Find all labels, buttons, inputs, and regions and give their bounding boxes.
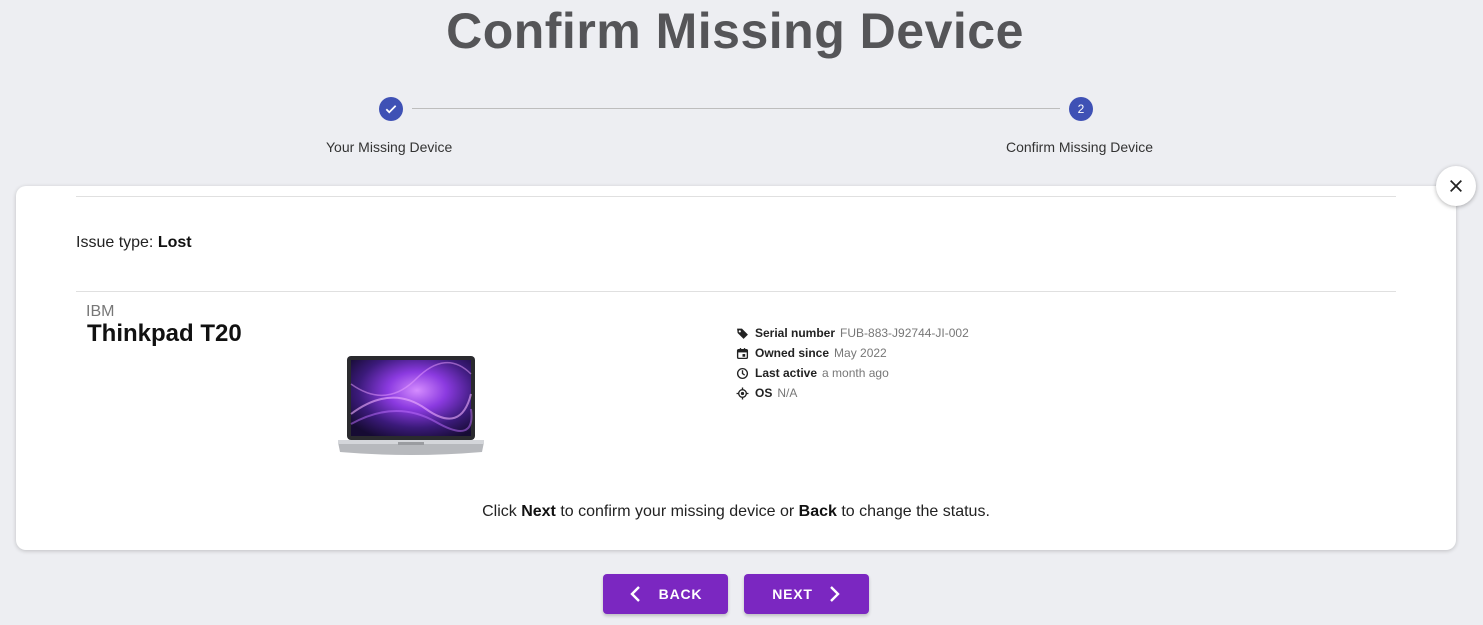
divider [76, 291, 1396, 292]
chevron-right-icon [829, 586, 840, 602]
check-icon [385, 105, 397, 114]
spec-os: OS N/A [736, 383, 969, 403]
spec-key: Owned since [755, 346, 830, 360]
step-1-complete-indicator [379, 97, 403, 121]
next-word: Next [521, 503, 556, 520]
close-icon [1450, 180, 1462, 192]
back-button[interactable]: BACK [603, 574, 728, 614]
chevron-left-icon [629, 586, 640, 602]
spec-serial-number: Serial number FUB-883-J92744-JI-002 [736, 323, 969, 343]
stepper-connector [412, 108, 1060, 109]
back-word: Back [798, 503, 837, 520]
tag-icon [736, 327, 749, 340]
next-button-label: NEXT [772, 586, 813, 602]
device-specs: Serial number FUB-883-J92744-JI-002 Owne… [736, 323, 969, 403]
step-2-indicator: 2 [1069, 97, 1093, 121]
page-title: Confirm Missing Device [446, 3, 1024, 59]
spec-key: Last active [755, 366, 818, 380]
spec-last-active: Last active a month ago [736, 363, 969, 383]
spec-value: N/A [777, 386, 798, 400]
instruction-text: Click Next to confirm your missing devic… [482, 503, 990, 520]
back-button-label: BACK [658, 586, 703, 602]
issue-type-value: Lost [157, 234, 192, 251]
spec-owned-since: Owned since May 2022 [736, 343, 969, 363]
spec-value: May 2022 [834, 346, 887, 360]
spec-value: FUB-883-J92744-JI-002 [840, 326, 969, 340]
laptop-image [338, 356, 484, 455]
clock-icon [736, 367, 749, 380]
device-brand: IBM [86, 303, 115, 320]
issue-type-label: Issue type: [76, 234, 154, 251]
issue-type: Issue type: Lost [76, 234, 192, 252]
target-icon [736, 387, 749, 400]
step-1-label: Your Missing Device [326, 139, 453, 155]
next-button[interactable]: NEXT [744, 574, 869, 614]
calendar-icon [736, 347, 749, 360]
spec-key: OS [755, 386, 773, 400]
spec-key: Serial number [755, 326, 836, 340]
close-button[interactable] [1436, 166, 1476, 206]
device-card: Issue type: Lost IBM Thinkpad T20 Serial [16, 186, 1456, 550]
step-2-label: Confirm Missing Device [1006, 139, 1154, 155]
device-model: Thinkpad T20 [87, 320, 242, 347]
spec-value: a month ago [822, 366, 889, 380]
divider [76, 196, 1396, 197]
